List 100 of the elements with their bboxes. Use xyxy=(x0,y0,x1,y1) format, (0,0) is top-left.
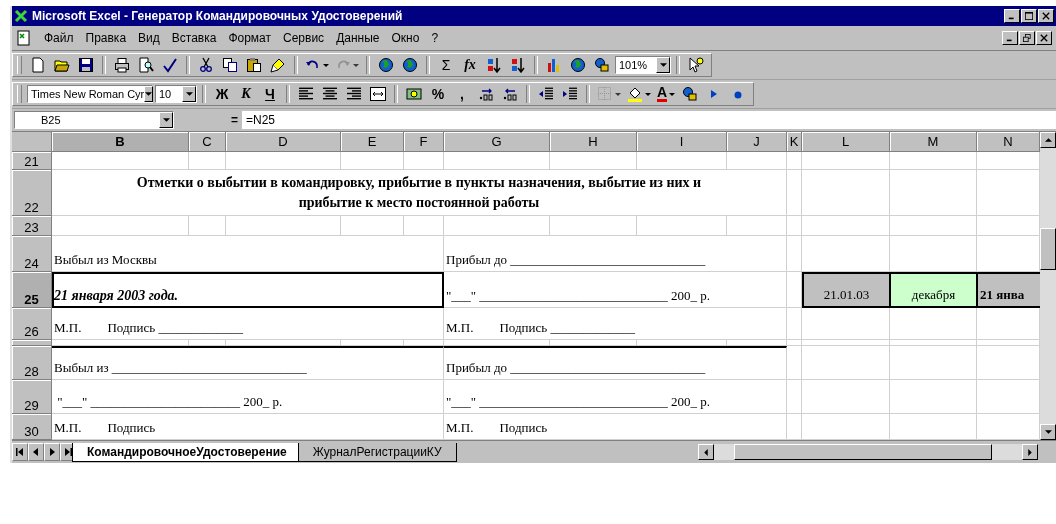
empty-cell[interactable] xyxy=(226,340,341,346)
table-cell[interactable]: "___" _____________________________ 200_ р. xyxy=(444,380,787,414)
menu-item[interactable]: Вставка xyxy=(171,31,217,45)
empty-cell[interactable] xyxy=(226,216,341,236)
empty-cell[interactable] xyxy=(637,216,727,236)
table-cell[interactable]: Прибыл до ______________________________ xyxy=(444,236,787,272)
empty-cell[interactable] xyxy=(444,216,550,236)
table-cell[interactable]: "___" _____________________________ 200_ р. xyxy=(444,272,787,308)
row-header[interactable]: 23 xyxy=(12,216,52,236)
table-cell[interactable]: декабря xyxy=(890,272,977,308)
empty-cell[interactable] xyxy=(802,346,890,380)
dropdown-field[interactable]: 10 xyxy=(155,85,197,103)
name-box[interactable]: B25 xyxy=(14,111,174,129)
empty-cell[interactable] xyxy=(727,152,787,170)
equals-sign[interactable]: = xyxy=(178,113,238,127)
empty-cell[interactable] xyxy=(787,216,802,236)
empty-cell[interactable] xyxy=(787,170,802,216)
empty-cell[interactable] xyxy=(802,380,890,414)
column-header[interactable]: G xyxy=(444,132,550,152)
select-all-corner[interactable] xyxy=(12,132,52,152)
column-header[interactable]: H xyxy=(550,132,637,152)
row-header[interactable]: 26 xyxy=(12,308,52,340)
empty-cell[interactable] xyxy=(890,346,977,380)
empty-cell[interactable] xyxy=(802,152,890,170)
empty-cell[interactable] xyxy=(890,308,977,340)
sheet-tab[interactable]: ЖурналРегистрацииКУ xyxy=(297,442,457,462)
empty-cell[interactable] xyxy=(550,216,637,236)
menu-item[interactable]: Формат xyxy=(228,31,272,45)
empty-cell[interactable] xyxy=(727,340,787,346)
first-sheet-button[interactable] xyxy=(12,443,28,461)
empty-cell[interactable] xyxy=(787,414,802,440)
menu-item[interactable]: Файл xyxy=(44,31,74,45)
row-header[interactable]: 21 xyxy=(12,152,52,170)
workbook-icon[interactable] xyxy=(16,30,32,46)
empty-cell[interactable] xyxy=(802,340,890,346)
column-header[interactable]: B xyxy=(52,132,189,152)
menu-item[interactable]: Окно xyxy=(391,31,420,45)
empty-cell[interactable] xyxy=(637,340,727,346)
empty-cell[interactable] xyxy=(787,340,802,346)
column-header[interactable]: M xyxy=(890,132,977,152)
menu-item[interactable]: ? xyxy=(431,31,439,45)
column-header[interactable]: K xyxy=(787,132,802,152)
row-header[interactable] xyxy=(12,340,52,346)
row-header[interactable]: 25 xyxy=(12,272,52,308)
empty-cell[interactable] xyxy=(802,308,890,340)
empty-cell[interactable] xyxy=(444,152,550,170)
empty-cell[interactable] xyxy=(341,216,404,236)
next-sheet-button[interactable] xyxy=(44,443,60,461)
empty-cell[interactable] xyxy=(890,170,977,216)
empty-cell[interactable] xyxy=(189,216,226,236)
table-cell[interactable]: М.П. Подпись _____________ xyxy=(444,308,787,340)
restore-button[interactable] xyxy=(1019,31,1035,45)
empty-cell[interactable] xyxy=(404,152,444,170)
table-cell[interactable]: Прибыл до ______________________________ xyxy=(444,346,787,380)
menu-item[interactable]: Данные xyxy=(336,31,380,45)
empty-cell[interactable] xyxy=(787,308,802,340)
empty-cell[interactable] xyxy=(404,340,444,346)
empty-cell[interactable] xyxy=(341,152,404,170)
empty-cell[interactable] xyxy=(550,152,637,170)
table-cell[interactable]: "___" _______________________ 200_ р. xyxy=(52,380,444,414)
previous-sheet-button[interactable] xyxy=(28,443,44,461)
table-cell[interactable]: М.П. Подпись xyxy=(52,414,444,440)
empty-cell[interactable] xyxy=(226,152,341,170)
table-cell[interactable]: 21 янва xyxy=(977,272,1040,308)
close-button[interactable] xyxy=(1036,31,1052,45)
empty-cell[interactable] xyxy=(802,216,890,236)
row-header[interactable]: 29 xyxy=(12,380,52,414)
empty-cell[interactable] xyxy=(550,340,637,346)
empty-cell[interactable] xyxy=(787,236,802,272)
row-header[interactable]: 30 xyxy=(12,414,52,440)
table-cell[interactable]: Выбыл из Москвы xyxy=(52,236,444,272)
scroll-thumb[interactable] xyxy=(1040,228,1056,270)
menu-item[interactable]: Сервис xyxy=(283,31,325,45)
column-header[interactable]: I xyxy=(637,132,727,152)
column-header[interactable]: F xyxy=(404,132,444,152)
empty-cell[interactable] xyxy=(404,216,444,236)
empty-cell[interactable] xyxy=(189,340,226,346)
dropdown-field[interactable]: Times New Roman Cyr xyxy=(27,85,153,103)
horizontal-scrollbar[interactable] xyxy=(698,444,1038,460)
empty-cell[interactable] xyxy=(787,380,802,414)
table-cell[interactable]: М.П. Подпись _____________ xyxy=(52,308,444,340)
empty-cell[interactable] xyxy=(890,340,977,346)
table-cell[interactable]: М.П. Подпись xyxy=(444,414,787,440)
column-header[interactable]: N xyxy=(977,132,1040,152)
menu-item[interactable]: Правка xyxy=(85,31,127,45)
empty-cell[interactable] xyxy=(637,152,727,170)
empty-cell[interactable] xyxy=(890,152,977,170)
scroll-thumb[interactable] xyxy=(734,444,992,460)
empty-cell[interactable] xyxy=(444,340,550,346)
table-cell[interactable]: Выбыл из ______________________________ xyxy=(52,346,444,380)
table-cell[interactable]: Отметки о выбытии в командировку, прибытие в пункты назначения, выбытие из них и прибытие к место постоянной работы xyxy=(52,170,787,216)
minimize-button[interactable] xyxy=(1002,31,1018,45)
column-header[interactable]: E xyxy=(341,132,404,152)
formula-field[interactable]: =N25 xyxy=(242,111,1056,129)
row-header[interactable]: 28 xyxy=(12,346,52,380)
vertical-scrollbar[interactable] xyxy=(1040,132,1056,440)
empty-cell[interactable] xyxy=(341,340,404,346)
maximize-button[interactable] xyxy=(1021,9,1037,23)
dropdown-field[interactable]: 101% xyxy=(615,56,671,74)
column-header[interactable]: J xyxy=(727,132,787,152)
